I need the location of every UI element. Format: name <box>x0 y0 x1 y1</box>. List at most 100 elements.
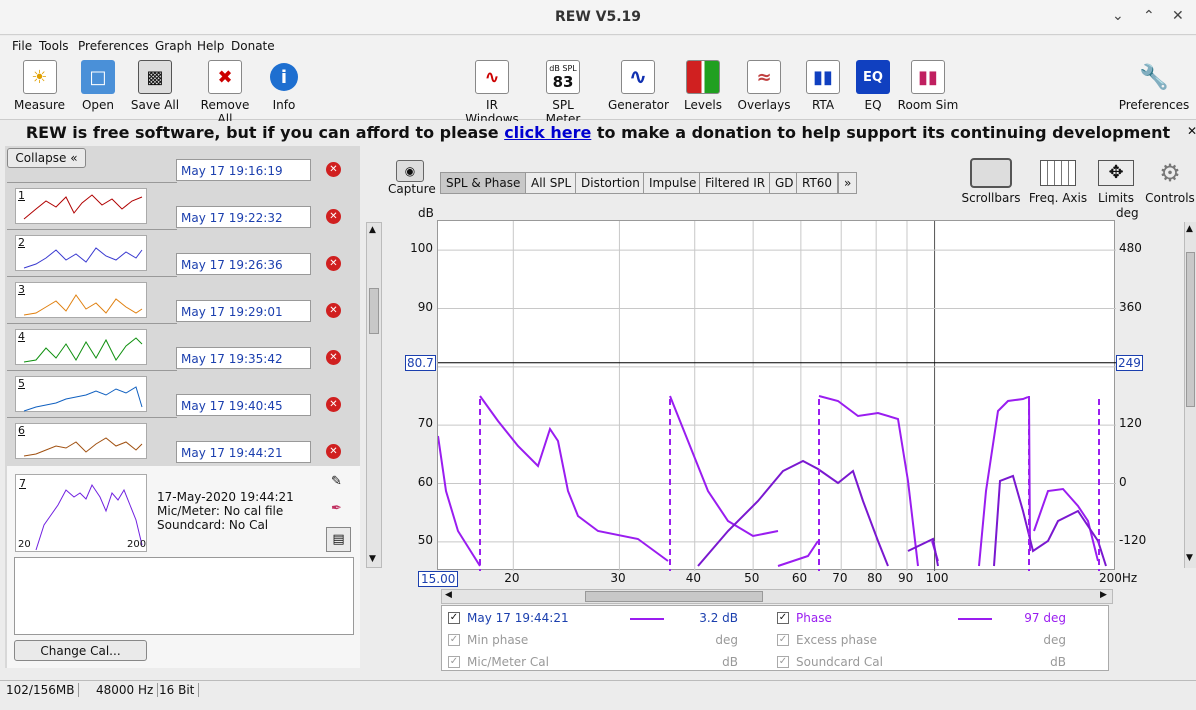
panel-scrollbar[interactable]: ▲ ▼ <box>366 222 382 568</box>
scroll-up-icon[interactable]: ▲ <box>1186 224 1193 234</box>
room-sim-button[interactable]: ▮▮ Room Sim <box>897 60 959 112</box>
freq-axis-button[interactable]: Freq. Axis <box>1028 158 1088 205</box>
limits-icon: ✥ <box>1098 160 1134 186</box>
eq-button[interactable]: EQ EQ <box>856 60 890 112</box>
measurement-thumbnail[interactable]: 3 <box>15 282 147 318</box>
delete-icon[interactable]: ✕ <box>326 303 341 318</box>
excess-phase-checkbox[interactable]: ✓ <box>777 634 789 646</box>
scroll-thumb[interactable] <box>1186 252 1195 407</box>
trace-legend: ✓ May 17 19:44:21 3.2 dB ✓ Phase 97 deg … <box>441 605 1109 671</box>
graph-tab[interactable]: Distortion <box>575 172 646 194</box>
graph-tab[interactable]: Filtered IR <box>699 172 772 194</box>
measurement-name-field[interactable]: May 17 19:29:01 <box>176 300 311 322</box>
info-button[interactable]: i Info <box>269 60 299 112</box>
selected-thumbnail[interactable]: 7 20 200 <box>15 474 147 552</box>
measurement-datetime: 17-May-2020 19:44:21 <box>157 490 294 504</box>
measurement-name-field[interactable]: May 17 19:40:45 <box>176 394 311 416</box>
ir-windows-button[interactable]: ∿ IR Windows <box>459 60 525 126</box>
levels-button[interactable]: Levels <box>684 60 722 112</box>
measurement-thumbnail[interactable]: 6 <box>15 423 147 459</box>
measurement-name-field[interactable]: May 17 19:35:42 <box>176 347 311 369</box>
graph-tab[interactable]: Impulse <box>643 172 703 194</box>
graph-hscrollbar[interactable]: ◀ ▶ <box>441 589 1113 604</box>
edit-icon[interactable]: ✎ <box>331 474 342 489</box>
delete-icon[interactable]: ✕ <box>326 350 341 365</box>
scroll-thumb[interactable] <box>369 288 379 334</box>
menu-help[interactable]: Help <box>197 39 224 53</box>
scroll-thumb[interactable] <box>585 591 763 602</box>
delete-icon[interactable]: ✕ <box>326 397 341 412</box>
menu-donate[interactable]: Donate <box>231 39 275 53</box>
generator-button[interactable]: ∿ Generator <box>608 60 669 112</box>
pen-icon[interactable]: ✒ <box>331 501 342 516</box>
close-icon[interactable]: ✕ <box>1187 124 1196 138</box>
measurement-name-field[interactable]: May 17 19:44:21 <box>176 441 311 463</box>
graph-tab[interactable]: RT60 <box>796 172 839 194</box>
folder-icon: □ <box>81 60 115 94</box>
spl-meter-button[interactable]: dB SPL 83 SPL Meter <box>533 60 593 126</box>
open-button[interactable]: □ Open <box>78 60 118 112</box>
measurement-number: 3 <box>18 283 25 296</box>
limits-button[interactable]: ✥ Limits <box>1094 158 1138 205</box>
graph-vscrollbar[interactable]: ▲ ▼ <box>1184 222 1196 568</box>
controls-button[interactable]: ⚙ Controls <box>1144 158 1196 205</box>
notes-area[interactable] <box>14 557 354 635</box>
mic-cal-status: Mic/Meter: No cal file <box>157 504 284 518</box>
delete-icon[interactable]: ✕ <box>326 256 341 271</box>
scroll-down-icon[interactable]: ▼ <box>1186 553 1193 563</box>
graph-tab[interactable]: GD <box>769 172 800 194</box>
x-tick-label: 60 <box>791 571 808 585</box>
chevron-down-icon[interactable]: ⌄ <box>1112 8 1124 24</box>
overlays-icon: ≈ <box>747 60 781 94</box>
graph-tab[interactable]: All SPL <box>525 172 578 194</box>
measurement-number: 1 <box>18 189 25 202</box>
menu-preferences[interactable]: Preferences <box>78 39 149 53</box>
soundcard-cal-checkbox[interactable]: ✓ <box>777 656 789 668</box>
thumbnail-chart <box>23 194 143 220</box>
delete-icon[interactable]: ✕ <box>326 162 341 177</box>
remove-all-button[interactable]: ✖ Remove All <box>192 60 258 126</box>
scrollbars-icon <box>970 158 1012 188</box>
min-phase-checkbox[interactable]: ✓ <box>448 634 460 646</box>
delete-icon[interactable]: ✕ <box>326 444 341 459</box>
measure-button[interactable]: ☀ Measure <box>12 60 67 112</box>
close-icon[interactable]: ✕ <box>1172 8 1184 24</box>
save-all-button[interactable]: ▩ Save All <box>129 60 181 112</box>
donate-link[interactable]: click here <box>504 123 591 142</box>
capture-button[interactable]: ◉ Capture <box>388 160 436 196</box>
measurement-thumbnail[interactable]: 2 <box>15 235 147 271</box>
graph-tab[interactable]: SPL & Phase <box>440 172 527 194</box>
mic-cal-checkbox[interactable]: ✓ <box>448 656 460 668</box>
measurement-name-field[interactable]: May 17 19:22:32 <box>176 206 311 228</box>
scroll-right-icon[interactable]: ▶ <box>1100 590 1107 600</box>
measurement-name-field[interactable]: May 17 19:26:36 <box>176 253 311 275</box>
x-start-value[interactable]: 15.00 <box>418 571 459 587</box>
rta-button[interactable]: ▮▮ RTA <box>806 60 840 112</box>
measurement-name-field[interactable]: May 17 19:16:19 <box>176 159 311 181</box>
preferences-button[interactable]: 🔧 Preferences <box>1118 60 1190 112</box>
notes-icon[interactable]: ▤ <box>326 527 351 552</box>
menu-tools[interactable]: Tools <box>39 39 69 53</box>
graph-tab[interactable]: » <box>838 172 858 194</box>
scroll-left-icon[interactable]: ◀ <box>445 590 452 600</box>
phase-checkbox[interactable]: ✓ <box>777 612 789 624</box>
change-cal-button[interactable]: Change Cal... <box>14 640 147 661</box>
ir-windows-icon: ∿ <box>475 60 509 94</box>
measurement-number: 4 <box>18 330 25 343</box>
overlays-button[interactable]: ≈ Overlays <box>737 60 791 112</box>
scroll-up-icon[interactable]: ▲ <box>369 225 376 235</box>
spl-phase-plot[interactable] <box>437 220 1116 571</box>
scrollbars-button[interactable]: Scrollbars <box>960 158 1022 205</box>
menu-graph[interactable]: Graph <box>155 39 192 53</box>
measurement-thumbnail[interactable]: 5 <box>15 376 147 412</box>
phase-swatch <box>958 618 992 620</box>
measurement-thumbnail[interactable]: 1 <box>15 188 147 224</box>
chevron-up-icon[interactable]: ⌃ <box>1143 8 1155 24</box>
menu-file[interactable]: File <box>12 39 32 53</box>
scroll-down-icon[interactable]: ▼ <box>369 554 376 564</box>
measurement-thumbnail[interactable]: 4 <box>15 329 147 365</box>
plot-canvas <box>437 221 1116 571</box>
trace-checkbox[interactable]: ✓ <box>448 612 460 624</box>
delete-icon[interactable]: ✕ <box>326 209 341 224</box>
collapse-button[interactable]: Collapse « <box>7 148 86 168</box>
